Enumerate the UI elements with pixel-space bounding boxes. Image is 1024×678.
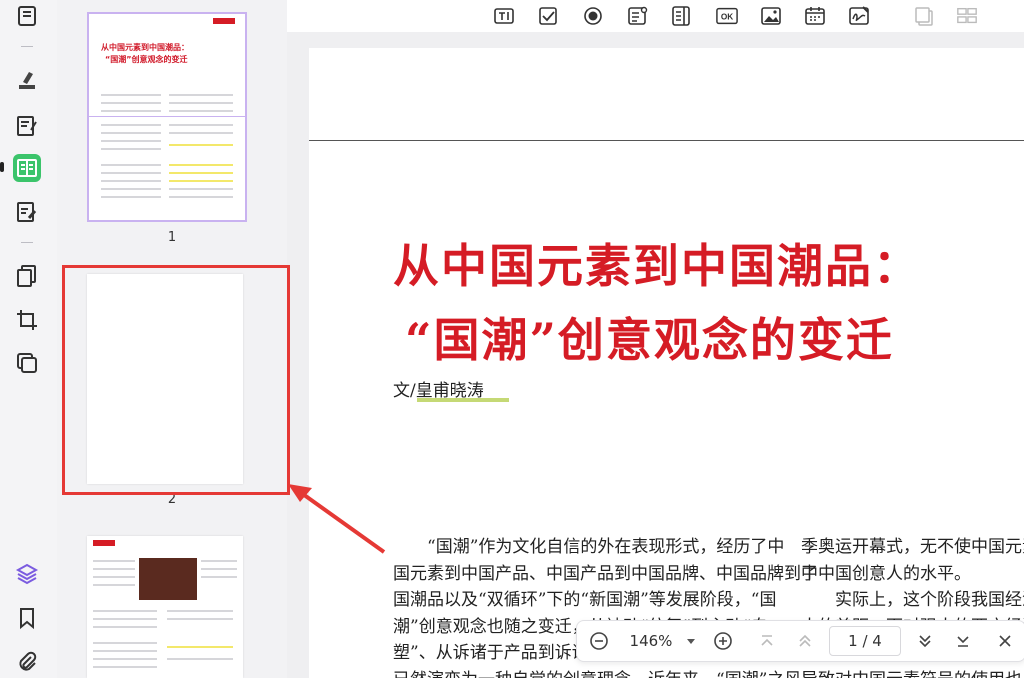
duplicate-icon[interactable] — [913, 5, 935, 27]
list-box-icon[interactable] — [670, 5, 692, 27]
article-title-line2: “国潮”创意观念的变迁 — [405, 313, 894, 367]
signature-field-icon[interactable] — [848, 5, 870, 27]
document-viewer[interactable]: 从中国元素到中国潮品： “国潮”创意观念的变迁 文/皇甫晓涛 “国潮”作为文化自… — [287, 32, 1024, 678]
form-toolbar: OK — [287, 0, 1024, 32]
last-page-icon[interactable] — [949, 621, 977, 661]
checkbox-icon[interactable] — [537, 5, 559, 27]
date-field-icon[interactable] — [804, 5, 826, 27]
active-indicator — [0, 162, 4, 172]
sign-icon[interactable] — [13, 198, 41, 226]
highlighter-icon[interactable] — [13, 66, 41, 94]
body-line: “国潮”作为文化自信的外在表现形式，经历了中 — [393, 537, 785, 557]
layers-icon[interactable] — [13, 560, 41, 588]
thumbnail-page-1[interactable]: 从中国元素到中国潮品： “国潮”创意观念的变迁 — [87, 12, 247, 222]
body-line: 了中国创意人的水平。 — [801, 563, 971, 584]
thumbnail-page-3[interactable] — [87, 536, 243, 678]
thumb-photo — [139, 558, 197, 600]
image-field-icon[interactable] — [760, 5, 782, 27]
crop-icon[interactable] — [13, 306, 41, 334]
document-page: 从中国元素到中国潮品： “国潮”创意观念的变迁 文/皇甫晓涛 “国潮”作为文化自… — [309, 48, 1024, 678]
edit-text-icon[interactable] — [13, 112, 41, 140]
first-page-icon[interactable] — [753, 621, 781, 661]
ok-label: OK — [721, 13, 733, 22]
page-indicator[interactable]: 1 / 4 — [829, 626, 901, 656]
zoom-out-icon[interactable] — [585, 621, 613, 661]
ok-button-icon[interactable]: OK — [715, 5, 739, 27]
annotation-highlight-box — [62, 265, 290, 495]
article-author: 文/皇甫晓涛 — [393, 381, 484, 401]
header-rule — [309, 140, 1024, 141]
pages-icon[interactable] — [13, 262, 41, 290]
body-line: 导致对中国元素符号的使用也比较 — [801, 667, 1024, 678]
zoom-level[interactable]: 146% — [623, 621, 679, 661]
next-page-icon[interactable] — [911, 621, 939, 661]
zoom-navigation-bar: 146% 1 / 4 — [576, 620, 1024, 662]
article-title-line1: 从中国元素到中国潮品： — [393, 239, 921, 293]
body-line: 已然演变为一种自觉的创意理念。近年来，“国潮”之风 — [393, 667, 818, 678]
grid-icon[interactable] — [955, 5, 979, 27]
body-line: 国元素到中国产品、中国产品到中国品牌、中国品牌到中 — [393, 563, 818, 584]
left-toolbar — [0, 0, 58, 678]
thumbnail-icon[interactable] — [13, 2, 41, 30]
batch-icon[interactable] — [13, 349, 41, 377]
form-icon[interactable] — [13, 154, 41, 182]
combo-box-icon[interactable] — [626, 5, 648, 27]
zoom-dropdown-icon[interactable] — [681, 621, 701, 661]
previous-page-icon[interactable] — [791, 621, 819, 661]
body-line: 实际上，这个阶段我国经济 — [801, 590, 1024, 610]
body-line: 季奥运开幕式，无不使中国元素 — [801, 537, 1024, 557]
text-field-icon[interactable] — [493, 5, 515, 27]
attachment-icon[interactable] — [13, 648, 41, 676]
zoom-in-icon[interactable] — [709, 621, 737, 661]
radio-button-icon[interactable] — [582, 5, 604, 27]
body-line: 国潮品以及“双循环”下的“新国潮”等发展阶段，“国 — [393, 590, 777, 610]
thumbnail-page-number-1: 1 — [167, 230, 177, 245]
bookmark-icon[interactable] — [13, 604, 41, 632]
close-icon[interactable] — [991, 621, 1019, 661]
